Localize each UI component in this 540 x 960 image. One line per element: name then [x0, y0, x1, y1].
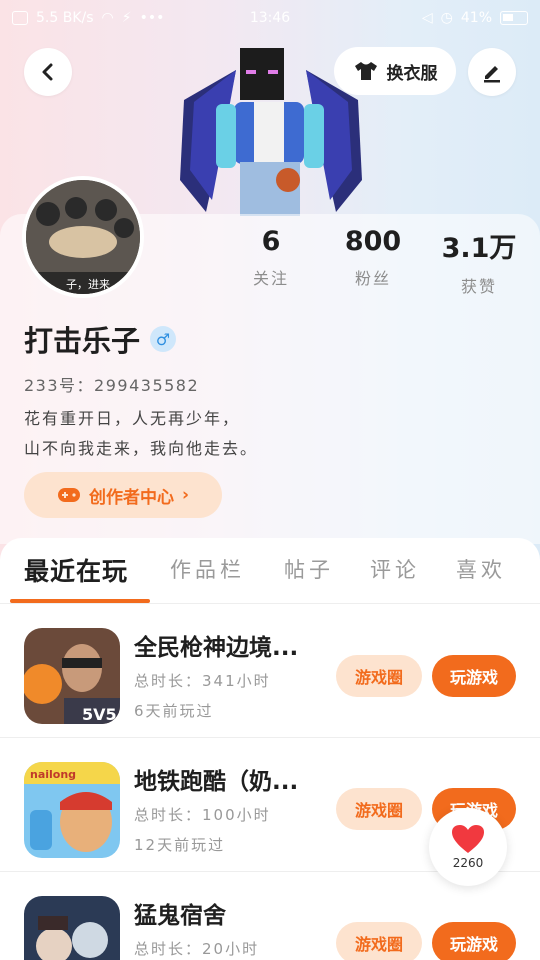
game-last-played: 6天前玩过 [134, 702, 214, 720]
following-stat[interactable]: 6 关注 [226, 226, 316, 289]
tab-works[interactable]: 作品栏 [170, 554, 245, 584]
chevron-left-icon [42, 63, 53, 81]
followers-count: 800 [344, 226, 402, 257]
profile-stats: 6 关注 800 粉丝 3.1万 获赞 [0, 226, 540, 296]
change-outfit-label: 换衣服 [386, 63, 438, 84]
floating-like-button[interactable]: 2260 [429, 808, 507, 886]
content-tabs: 最近在玩 作品栏 帖子 评论 喜欢 [0, 538, 540, 604]
tab-comments[interactable]: 评论 [370, 554, 420, 584]
like-count: 2260 [452, 856, 484, 870]
game-circle-button[interactable]: 游戏圈 [336, 655, 422, 697]
male-gender-icon: ♂ [150, 326, 177, 352]
username: 打击乐子 ♂ [24, 318, 177, 360]
chevron-right-icon: › [181, 485, 189, 505]
tab-likes[interactable]: 喜欢 [456, 554, 506, 584]
game-circle-button[interactable]: 游戏圈 [336, 788, 422, 830]
list-item[interactable]: 猛鬼宿舍 总时长：20小时 游戏圈 玩游戏 [0, 874, 540, 960]
gamepad-icon [57, 488, 80, 502]
game-title: 全民枪神边境... [134, 635, 299, 661]
back-button[interactable] [24, 48, 72, 96]
tab-recently-played[interactable]: 最近在玩 [24, 552, 128, 588]
game-last-played: 12天前玩过 [134, 836, 226, 854]
change-outfit-button[interactable]: 换衣服 [334, 47, 456, 95]
game-duration: 总时长：20小时 [134, 940, 260, 958]
edit-icon [484, 66, 500, 83]
play-game-button[interactable]: 玩游戏 [432, 655, 516, 697]
game-duration: 总时长：341小时 [134, 672, 271, 690]
game-circle-button[interactable]: 游戏圈 [336, 922, 422, 960]
svg-text:nailong: nailong [30, 768, 76, 781]
likes-count: 3.1万 [441, 233, 517, 264]
creator-center-label: 创作者中心 [88, 487, 174, 508]
user-id: 233号：299435582 [24, 376, 200, 395]
followers-label: 粉丝 [354, 269, 391, 288]
list-item[interactable]: 5V5 全民枪神边境... 总时长：341小时 6天前玩过 游戏圈 玩游戏 [0, 606, 540, 738]
likes-label: 获赞 [460, 277, 497, 296]
heart-icon [452, 825, 484, 853]
game-duration: 总时长：100小时 [134, 806, 271, 824]
play-game-button[interactable]: 玩游戏 [432, 922, 516, 960]
status-bar: 5.5 BK/s ◠ ⚡ ••• 13:46 ◁ ◷ 41% [0, 0, 540, 36]
tshirt-icon [354, 62, 377, 80]
game-cover-image: 5V5 [24, 628, 120, 724]
creator-center-button[interactable]: 创作者中心 › [24, 472, 222, 518]
game-cover-image [24, 896, 120, 960]
clock: 13:46 [249, 10, 291, 26]
game-title: 猛鬼宿舍 [134, 903, 226, 929]
game-icon [24, 896, 120, 960]
game-icon: nailong [24, 762, 120, 858]
edit-profile-button[interactable] [468, 48, 516, 96]
active-tab-indicator [10, 599, 150, 603]
game-cover-image: nailong [24, 762, 120, 858]
followers-stat[interactable]: 800 粉丝 [328, 226, 418, 289]
battery-icon [500, 11, 528, 25]
following-count: 6 [261, 226, 281, 257]
bio-line: 花有重开日，人无再少年， [24, 409, 241, 428]
user-bio: 花有重开日，人无再少年， 山不向我走来，我向他走去。 [24, 404, 258, 464]
likes-stat[interactable]: 3.1万 获赞 [434, 226, 524, 297]
tab-posts[interactable]: 帖子 [284, 554, 334, 584]
bio-line: 山不向我走来，我向他走去。 [24, 439, 259, 458]
game-title: 地铁跑酷（奶... [134, 769, 299, 795]
username-text: 打击乐子 [24, 324, 141, 358]
game-icon: 5V5 [24, 628, 120, 724]
svg-text:5V5: 5V5 [82, 705, 117, 724]
following-label: 关注 [252, 269, 289, 288]
